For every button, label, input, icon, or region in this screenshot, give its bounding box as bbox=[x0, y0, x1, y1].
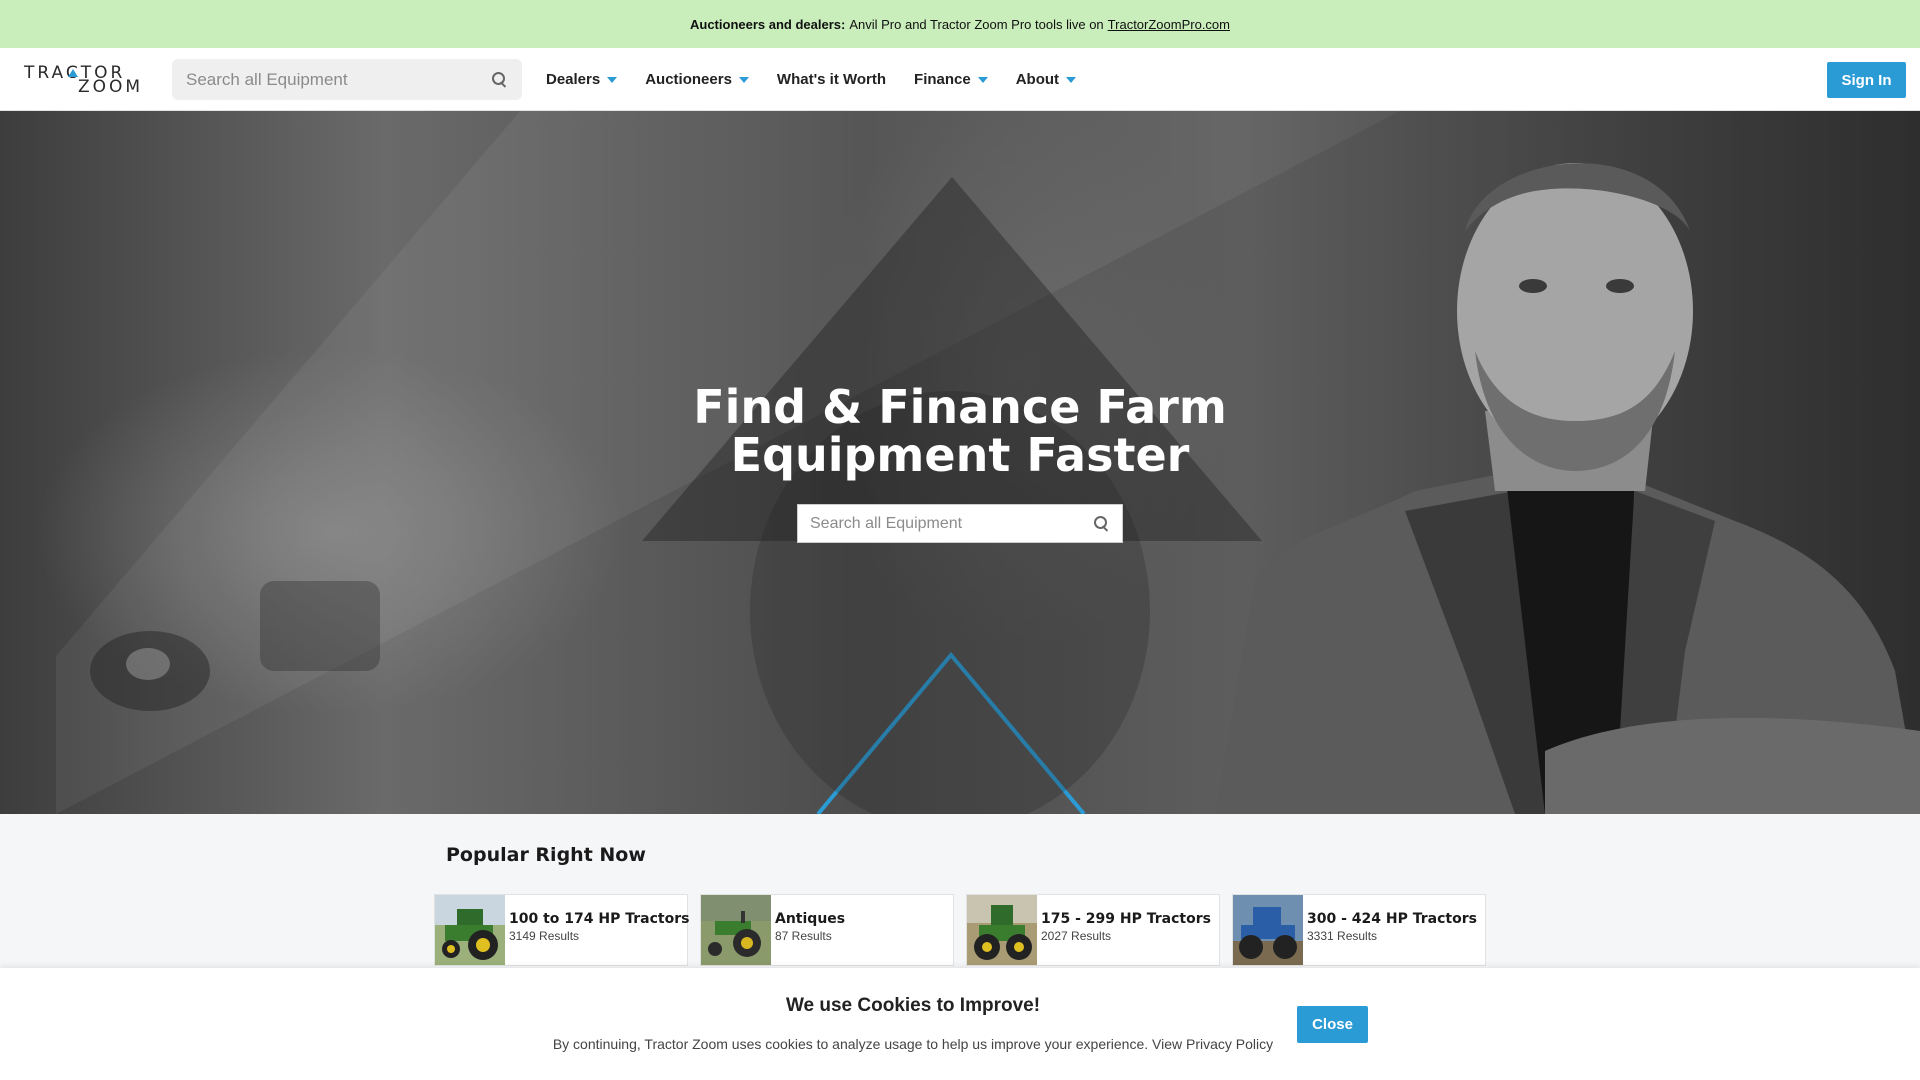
popular-card-count: 3149 Results bbox=[509, 929, 580, 943]
hero-section: Find & Finance Farm Equipment Faster bbox=[0, 111, 1920, 814]
caret-down-icon bbox=[738, 76, 749, 83]
popular-card[interactable]: 100 to 174 HP Tractors 3149 Results bbox=[434, 894, 690, 966]
hero-search-box bbox=[797, 504, 1123, 543]
popular-card-name: Antiques bbox=[775, 911, 846, 927]
nav-auctioneers[interactable]: Auctioneers bbox=[645, 71, 749, 88]
antique-tractor-thumbnail-image bbox=[701, 895, 771, 965]
hero-title-line-1: Find & Finance Farm bbox=[693, 380, 1227, 434]
hero-title: Find & Finance Farm Equipment Faster bbox=[560, 383, 1360, 479]
main-nav: Dealers Auctioneers What's it Worth Fina… bbox=[546, 48, 1104, 111]
hero-search-input[interactable] bbox=[810, 514, 1094, 533]
logo-triangle-icon bbox=[68, 69, 78, 77]
nav-about[interactable]: About bbox=[1015, 71, 1077, 88]
popular-card[interactable]: 175 - 299 HP Tractors 2027 Results bbox=[966, 894, 1220, 966]
logo-line-2: ZOOM bbox=[78, 77, 144, 97]
nav-finance-label: Finance bbox=[914, 71, 971, 88]
tractor-thumbnail-image bbox=[435, 895, 505, 965]
nav-auctioneers-label: Auctioneers bbox=[645, 71, 732, 88]
popular-card-count: 2027 Results bbox=[1041, 929, 1112, 943]
cookie-banner: We use Cookies to Improve! By continuing… bbox=[0, 968, 1920, 1080]
announcement-bold: Auctioneers and dealers: bbox=[690, 16, 846, 32]
header-search-input[interactable] bbox=[186, 69, 492, 90]
popular-card-name: 175 - 299 HP Tractors bbox=[1041, 911, 1211, 927]
nav-whats-it-worth-label: What's it Worth bbox=[776, 71, 887, 88]
nav-about-label: About bbox=[1015, 71, 1060, 88]
popular-card[interactable]: 300 - 424 HP Tractors 3331 Results bbox=[1232, 894, 1486, 966]
announcement-link[interactable]: TractorZoomPro.com bbox=[1108, 17, 1230, 32]
popular-card[interactable]: Antiques 87 Results bbox=[700, 894, 954, 966]
nav-whats-it-worth[interactable]: What's it Worth bbox=[777, 71, 886, 88]
nav-dealers[interactable]: Dealers bbox=[546, 71, 618, 88]
caret-down-icon bbox=[977, 76, 988, 83]
tractor-thumbnail-image bbox=[1233, 895, 1303, 965]
cookie-title: We use Cookies to Improve! bbox=[785, 995, 1041, 1016]
announcement-bar: Auctioneers and dealers: Anvil Pro and T… bbox=[0, 0, 1920, 48]
popular-title: Popular Right Now bbox=[446, 844, 646, 866]
search-icon[interactable] bbox=[492, 71, 508, 88]
tractor-zoom-logo[interactable]: TRACTOR ZOOM bbox=[24, 65, 154, 97]
sign-in-button[interactable]: Sign In bbox=[1827, 62, 1906, 98]
nav-finance[interactable]: Finance bbox=[914, 71, 988, 88]
tractor-thumbnail-image bbox=[967, 895, 1037, 965]
caret-down-icon bbox=[607, 76, 618, 83]
popular-card-count: 87 Results bbox=[775, 929, 832, 943]
cookie-text: By continuing, Tractor Zoom uses cookies… bbox=[552, 1036, 1274, 1052]
popular-card-name: 300 - 424 HP Tractors bbox=[1307, 911, 1477, 927]
search-icon[interactable] bbox=[1094, 515, 1110, 532]
caret-down-icon bbox=[1066, 76, 1077, 83]
announcement-text: Anvil Pro and Tractor Zoom Pro tools liv… bbox=[849, 16, 1104, 32]
nav-dealers-label: Dealers bbox=[546, 71, 601, 88]
popular-cards: 100 to 174 HP Tractors 3149 Results Anti… bbox=[434, 894, 1486, 966]
site-header: TRACTOR ZOOM Dealers Auctioneers What's … bbox=[0, 48, 1920, 111]
popular-card-name: 100 to 174 HP Tractors bbox=[509, 911, 690, 927]
hero-title-line-2: Equipment Faster bbox=[730, 428, 1190, 482]
popular-card-count: 3331 Results bbox=[1307, 929, 1378, 943]
header-search-box bbox=[172, 59, 522, 100]
cookie-close-button[interactable]: Close bbox=[1297, 1006, 1368, 1043]
